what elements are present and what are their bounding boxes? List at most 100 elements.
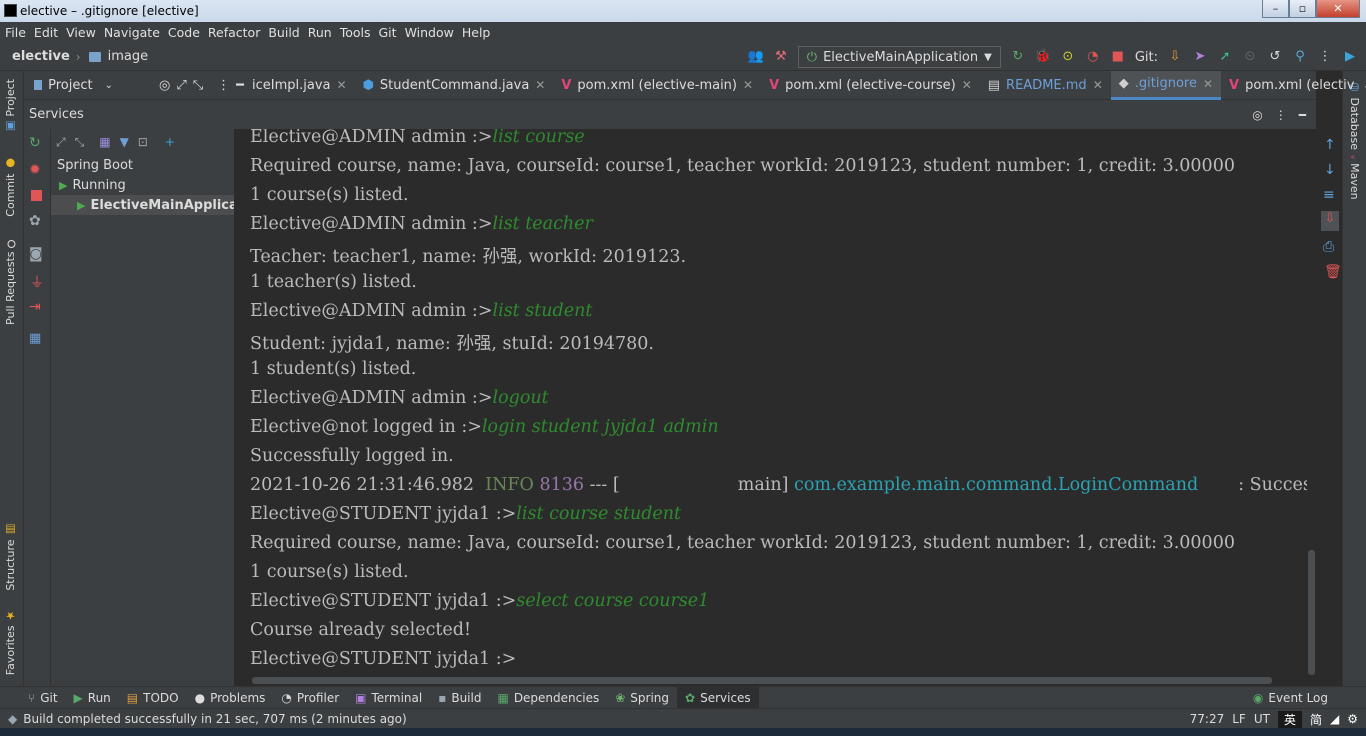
ime-language[interactable]: 英 bbox=[1277, 710, 1302, 728]
tab-spring[interactable]: ❀ Spring bbox=[607, 687, 677, 709]
menu-edit[interactable]: Edit bbox=[29, 25, 61, 40]
git-commit-icon[interactable]: ➤ bbox=[1192, 50, 1208, 64]
profile-icon[interactable]: ◔ bbox=[1085, 50, 1101, 64]
menu-tools[interactable]: Tools bbox=[335, 25, 374, 40]
ime-settings-icon[interactable]: ⚙ bbox=[1347, 712, 1358, 726]
editor-tab[interactable]: V pom.xml (electiv bbox=[1221, 71, 1362, 100]
editor-tab[interactable]: iceImpl.java ✕ bbox=[244, 71, 355, 100]
breadcrumb-project[interactable]: elective bbox=[12, 49, 70, 64]
run-configuration-select[interactable]: ⏻ ElectiveMainApplication ▼ bbox=[797, 46, 1001, 68]
hide-icon[interactable]: ━ bbox=[236, 78, 244, 93]
editor-tab[interactable]: V pom.xml (elective-main) ✕ bbox=[553, 71, 761, 100]
tree-item-running[interactable]: ▶ Running bbox=[51, 175, 234, 195]
scroll-down-icon[interactable]: ↓ bbox=[1324, 162, 1336, 178]
file-encoding[interactable]: UT bbox=[1254, 712, 1270, 726]
rerun-icon[interactable]: ↻ bbox=[1010, 50, 1026, 64]
console-output[interactable]: Elective@ADMIN admin :>list course Requi… bbox=[236, 129, 1307, 675]
filter-icon[interactable]: ▼ bbox=[120, 135, 129, 149]
line-separator[interactable]: LF bbox=[1232, 712, 1246, 726]
close-button[interactable]: ✕ bbox=[1316, 0, 1360, 18]
menu-build[interactable]: Build bbox=[263, 25, 302, 40]
editor-tab[interactable]: ▤ README.md ✕ bbox=[980, 71, 1111, 100]
add-user-icon[interactable]: 👥 bbox=[748, 50, 764, 64]
code-with-me-icon[interactable]: ▶ bbox=[1342, 50, 1358, 64]
menu-navigate[interactable]: Navigate bbox=[99, 25, 163, 40]
collapse-all-icon[interactable]: ⤡ bbox=[193, 78, 203, 93]
tab-todo[interactable]: ▤ TODO bbox=[119, 687, 187, 709]
clear-all-icon[interactable]: 🗑 bbox=[1324, 264, 1342, 280]
scroll-up-icon[interactable]: ↑ bbox=[1324, 137, 1336, 153]
tab-git[interactable]: ⑂ Git bbox=[20, 687, 66, 709]
close-tab-icon[interactable]: ✕ bbox=[337, 78, 347, 92]
tab-problems[interactable]: ● Problems bbox=[187, 687, 274, 709]
pull-requests-tool-button[interactable]: Pull Requests ⭘ bbox=[4, 237, 17, 325]
layout-icon[interactable]: ▦ bbox=[29, 331, 41, 346]
editor-tab[interactable]: V pom.xml (elective-course) ✕ bbox=[761, 71, 980, 100]
locate-icon[interactable]: ◎ bbox=[159, 78, 170, 93]
project-view-select[interactable]: Project ⌄ ◎ ⤢ ⤡ ⋮ ━ bbox=[24, 71, 244, 100]
coverage-icon[interactable]: ⊙ bbox=[1060, 50, 1076, 64]
settings-gear-icon[interactable]: ◎ bbox=[1252, 108, 1262, 122]
status-message[interactable]: ◆ Build completed successfully in 21 sec… bbox=[8, 712, 407, 726]
maven-tool-button[interactable]: ᵥ Maven bbox=[1348, 155, 1361, 200]
group-by-icon[interactable]: ▦ bbox=[99, 135, 110, 149]
settings-icon[interactable]: ✿ bbox=[29, 213, 41, 229]
ime-mode[interactable]: 简 bbox=[1310, 711, 1322, 728]
project-tool-button[interactable]: ▣ Project bbox=[4, 79, 17, 133]
search-icon[interactable]: ⚲ bbox=[1292, 50, 1308, 64]
close-tab-icon[interactable]: ✕ bbox=[1203, 77, 1213, 91]
stop-icon[interactable]: ■ bbox=[1110, 50, 1126, 64]
soft-wrap-icon[interactable]: ≡ bbox=[1323, 187, 1335, 203]
console-horizontal-scrollbar[interactable] bbox=[248, 675, 1316, 686]
close-tab-icon[interactable]: ✕ bbox=[1093, 78, 1103, 92]
collapse-all-icon[interactable]: ⤡ bbox=[75, 135, 85, 150]
close-tab-icon[interactable]: ✕ bbox=[535, 78, 545, 92]
expand-all-icon[interactable]: ⤢ bbox=[176, 78, 186, 93]
close-tab-icon[interactable]: ✕ bbox=[962, 78, 972, 92]
menu-run[interactable]: Run bbox=[303, 25, 335, 40]
camera-icon[interactable]: ◙ bbox=[29, 246, 43, 262]
menu-file[interactable]: File bbox=[0, 25, 29, 40]
close-tab-icon[interactable]: ✕ bbox=[743, 78, 753, 92]
more-options-icon[interactable]: ⋮ bbox=[1317, 50, 1333, 64]
stop-icon[interactable] bbox=[31, 190, 42, 201]
menu-code[interactable]: Code bbox=[163, 25, 203, 40]
tree-item-spring-boot[interactable]: Spring Boot bbox=[51, 155, 234, 175]
build-hammer-icon[interactable]: ⚒ bbox=[773, 50, 789, 64]
debug-icon[interactable]: 🐞 bbox=[1035, 50, 1051, 64]
caret-position[interactable]: 77:27 bbox=[1190, 712, 1225, 726]
ime-punctuation-icon[interactable]: ◢ bbox=[1330, 712, 1339, 726]
git-history-icon[interactable]: ⏲ bbox=[1242, 50, 1258, 64]
rerun-icon[interactable]: ↻ bbox=[29, 135, 41, 151]
breadcrumb-folder[interactable]: image bbox=[108, 49, 149, 64]
tab-list-chevron-icon[interactable]: ⌄ bbox=[1362, 78, 1366, 92]
git-push-icon[interactable]: ➚ bbox=[1217, 50, 1233, 64]
debug-icon[interactable]: ✹ bbox=[29, 162, 41, 178]
exit-icon[interactable]: ⇥ bbox=[29, 299, 41, 315]
menu-git[interactable]: Git bbox=[374, 25, 400, 40]
menu-window[interactable]: Window bbox=[400, 25, 457, 40]
maximize-button[interactable]: ▫ bbox=[1289, 0, 1316, 18]
hide-panel-icon[interactable]: ━ bbox=[1299, 108, 1306, 122]
git-rollback-icon[interactable]: ↺ bbox=[1267, 50, 1283, 64]
plug-icon[interactable]: ⏚ bbox=[30, 272, 44, 292]
more-options-icon[interactable]: ⋮ bbox=[1275, 108, 1287, 122]
console-vertical-scrollbar[interactable] bbox=[1307, 129, 1316, 675]
tab-run[interactable]: ▶ Run bbox=[66, 687, 119, 709]
commit-tool-button[interactable]: Commit ● bbox=[4, 157, 17, 217]
expand-all-icon[interactable]: ⤢ bbox=[56, 135, 66, 150]
menu-view[interactable]: View bbox=[61, 25, 99, 40]
editor-tab[interactable]: ⬢ StudentCommand.java ✕ bbox=[355, 71, 554, 100]
git-update-icon[interactable]: ⇩ bbox=[1167, 50, 1183, 64]
menu-refactor[interactable]: Refactor bbox=[203, 25, 263, 40]
add-service-icon[interactable]: + bbox=[165, 135, 175, 149]
editor-tab-active[interactable]: ◆ .gitignore ✕ bbox=[1110, 70, 1222, 100]
event-log-button[interactable]: ◉ Event Log bbox=[1245, 687, 1336, 709]
scroll-to-end-icon[interactable]: ⇩ bbox=[1321, 211, 1339, 231]
tab-build[interactable]: ▪ Build bbox=[430, 687, 489, 709]
favorites-tool-button[interactable]: Favorites ★ bbox=[4, 609, 17, 675]
minimize-button[interactable]: – bbox=[1262, 0, 1289, 18]
tab-dependencies[interactable]: ▦ Dependencies bbox=[489, 687, 607, 709]
tab-terminal[interactable]: ▣ Terminal bbox=[347, 687, 430, 709]
tree-item-elective-main-application[interactable]: ▶ ElectiveMainApplicatio bbox=[51, 195, 234, 215]
